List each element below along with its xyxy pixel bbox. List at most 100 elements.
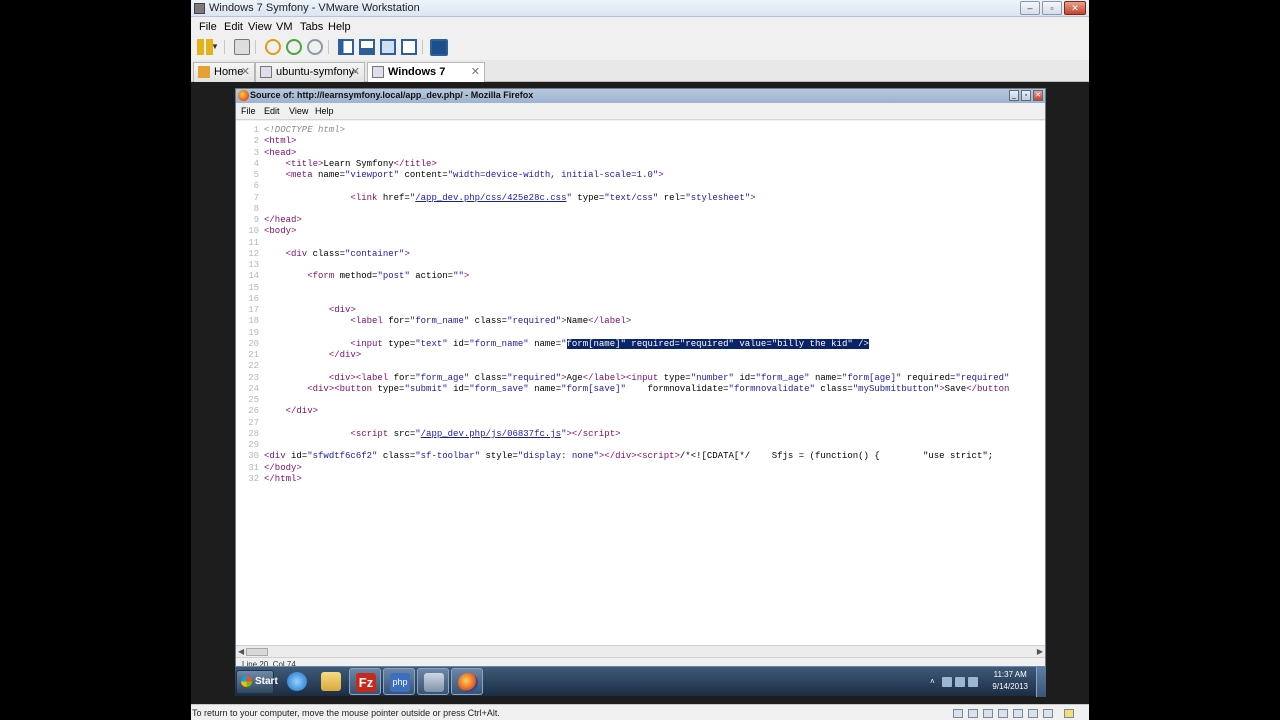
close-icon[interactable]: ✕ (471, 63, 480, 81)
source-line: 13 (236, 260, 264, 271)
close-icon[interactable]: ✕ (241, 63, 250, 81)
ff-maximize-button[interactable]: ▫ (1021, 90, 1031, 101)
line-number: 25 (248, 395, 259, 405)
clock[interactable]: 11:37 AM 9/14/2013 (992, 669, 1028, 693)
volume-icon[interactable] (968, 677, 978, 687)
close-button[interactable]: ✕ (1064, 1, 1086, 15)
firefox-menu-bar: File Edit View Help (236, 103, 1045, 120)
thumbnail-bar-icon[interactable] (359, 39, 375, 55)
line-number: 5 (253, 170, 259, 180)
snapshot-manager-icon[interactable] (307, 39, 323, 55)
line-code: <div><label for="form_age" class="requir… (328, 372, 1010, 383)
scroll-left-icon[interactable]: ◀ (238, 647, 244, 656)
line-number: 15 (248, 282, 259, 293)
show-hidden-icons-icon[interactable]: ˄ (930, 677, 940, 687)
source-line: 22 (236, 361, 264, 372)
source-line: 30 <div id="sfwdtf6c6f2" class="sf-toolba… (236, 451, 993, 462)
start-button[interactable]: Start (236, 670, 278, 694)
vmware-tab-bar: Home ✕ ubuntu-symfony-2 ✕ Windows 7 Symf… (191, 60, 1089, 96)
vmware-title-bar: Windows 7 Symfony - VMware Workstation –… (191, 0, 1089, 17)
line-code: </head> (264, 215, 302, 225)
taskbar-ie[interactable] (281, 668, 313, 695)
tab-windows-7-symfony[interactable]: Windows 7 Symfony ✕ (367, 62, 485, 96)
line-number: 32 (248, 473, 259, 484)
line-code: </div> (328, 350, 362, 360)
menu-view[interactable]: View (248, 21, 272, 33)
vmware-status-bar: To return to your computer, move the mou… (191, 704, 1089, 720)
floppy-icon[interactable] (983, 709, 993, 718)
taskbar-firefox[interactable] (451, 668, 483, 695)
source-view[interactable]: 1 <!DOCTYPE html> 2 <html> 3 <head> 4 <title>L… (236, 121, 1045, 645)
scroll-right-icon[interactable]: ▶ (1037, 647, 1043, 656)
php-icon: php (390, 673, 410, 692)
line-code: <input type="text" id="form_name" name="… (350, 338, 869, 349)
ff-minimize-button[interactable]: _ (1009, 90, 1019, 101)
taskbar-php[interactable]: php (383, 668, 415, 695)
ff-menu-file[interactable]: File (241, 106, 256, 116)
line-code: <!DOCTYPE html> (264, 125, 346, 135)
console-view-icon[interactable] (430, 39, 448, 56)
hard-disk-icon[interactable] (953, 709, 963, 718)
network-adapter-icon[interactable] (998, 709, 1008, 718)
power-dropdown-icon[interactable]: ▼ (211, 39, 219, 55)
ff-menu-help[interactable]: Help (315, 106, 334, 116)
minimize-button[interactable]: – (1020, 1, 1040, 15)
toolbar-separator (255, 40, 256, 54)
source-line: 8 (236, 204, 264, 215)
scrollbar-thumb[interactable] (246, 648, 268, 656)
show-desktop-button[interactable] (1036, 667, 1046, 697)
line-code: </div> (285, 406, 319, 417)
taskbar-network[interactable] (417, 668, 449, 695)
line-number: 3 (253, 147, 259, 158)
close-icon[interactable]: ✕ (351, 63, 360, 81)
line-code: <div><button type="submit" id="form_save… (307, 383, 1010, 394)
menu-vm[interactable]: VM (276, 21, 293, 33)
line-code: <label for="form_name" class="required">… (350, 316, 632, 327)
menu-help[interactable]: Help (328, 21, 351, 33)
horizontal-scrollbar[interactable]: ◀ ▶ (236, 645, 1045, 657)
tab-ubuntu-symfony-2[interactable]: ubuntu-symfony-2 ✕ (255, 62, 365, 96)
taskbar-explorer[interactable] (315, 668, 347, 695)
source-line: 26 </div> (236, 406, 318, 417)
show-library-icon[interactable] (338, 39, 354, 55)
message-log-icon[interactable] (1064, 709, 1074, 718)
source-line: 17 <div> (236, 305, 356, 316)
snapshot-icon[interactable] (265, 39, 281, 55)
send-ctrl-alt-del-icon[interactable] (234, 39, 250, 55)
printer-icon[interactable] (1043, 709, 1053, 718)
line-code: <div> (328, 305, 356, 315)
line-number: 12 (248, 248, 259, 259)
status-message: To return to your computer, move the mou… (192, 708, 500, 718)
line-number: 26 (248, 406, 259, 417)
menu-tabs[interactable]: Tabs (300, 21, 323, 33)
guest-screen[interactable]: Source of: http://learnsymfony.local/app… (191, 82, 1089, 704)
ff-close-button[interactable]: ✕ (1033, 90, 1043, 101)
action-center-icon[interactable] (942, 677, 952, 687)
toolbar-separator (422, 40, 423, 54)
source-line: 21 </div> (236, 350, 361, 361)
line-code: <div class="container"> (285, 248, 410, 259)
line-code: </body> (264, 462, 302, 473)
source-line: 10 <body> (236, 226, 296, 237)
ff-menu-view[interactable]: View (289, 106, 308, 116)
vmware-app-icon (194, 3, 205, 14)
line-code: </html> (264, 473, 302, 484)
unity-icon[interactable] (401, 39, 417, 55)
revert-snapshot-icon[interactable] (286, 39, 302, 55)
taskbar-filezilla[interactable]: Fz (349, 668, 381, 695)
firefox-icon (238, 90, 249, 101)
tab-home[interactable]: Home ✕ (193, 62, 255, 82)
source-line: 18 <label for="form_name" class="require… (236, 316, 631, 327)
sound-card-icon[interactable] (1028, 709, 1038, 718)
ff-menu-edit[interactable]: Edit (264, 106, 280, 116)
usb-icon[interactable] (1013, 709, 1023, 718)
menu-edit[interactable]: Edit (224, 21, 243, 33)
maximize-button[interactable]: ▫ (1042, 1, 1062, 15)
source-line: 25 (236, 395, 264, 406)
menu-file[interactable]: File (199, 21, 217, 33)
network-status-icon[interactable] (955, 677, 965, 687)
line-number: 21 (248, 350, 259, 360)
full-screen-icon[interactable] (380, 39, 396, 55)
cd-drive-icon[interactable] (968, 709, 978, 718)
toolbar-separator (328, 40, 329, 54)
